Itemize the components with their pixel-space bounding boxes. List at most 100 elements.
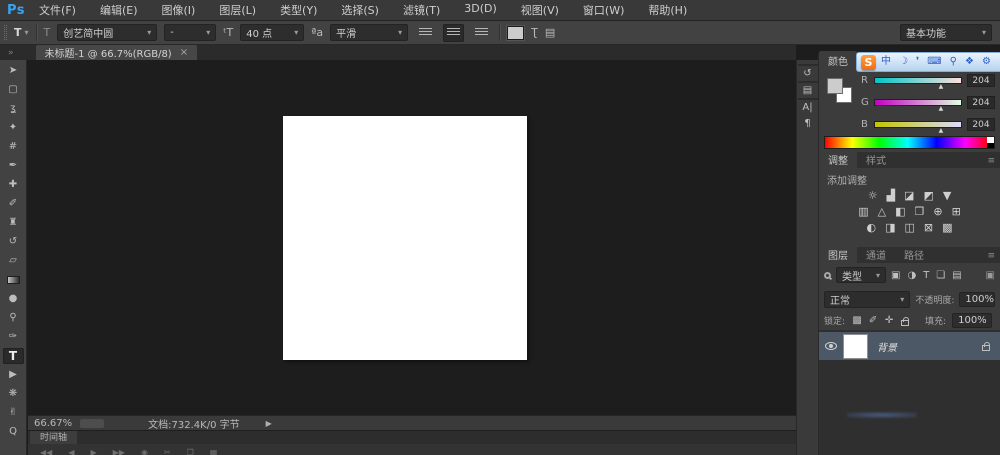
halfwidth-moon-icon[interactable]: ☽ [899,57,908,67]
menu-item[interactable]: 窗口(W) [583,2,624,18]
photo-filter-icon[interactable]: ❐ [914,206,924,217]
panel-menu-icon[interactable]: ≡ [987,156,1000,168]
font-style-select[interactable]: - ▾ [164,24,216,41]
document-canvas[interactable] [283,116,527,360]
voice-input-icon[interactable]: ⚲ [950,57,957,67]
threshold-icon[interactable]: ◫ [904,222,914,233]
text-orientation-icon[interactable]: T [44,26,51,39]
warp-text-icon[interactable]: Ʈ [531,26,538,39]
marquee-tool[interactable]: ▢ [3,82,24,98]
blur-tool[interactable]: ● [3,291,24,307]
selective-color-icon[interactable]: ▩ [942,222,952,233]
brightness-contrast-icon[interactable]: ☼ [868,190,878,201]
visibility-toggle[interactable] [819,342,843,350]
tab-paths[interactable]: 路径 [895,245,933,263]
blue-value-field[interactable]: 204 [967,118,995,131]
menu-item[interactable]: 文件(F) [39,2,76,18]
clone-stamp-tool[interactable]: ♜ [3,215,24,231]
color-spectrum-ramp[interactable] [824,136,995,149]
menu-item[interactable]: 视图(V) [521,2,559,18]
skin-icon[interactable]: ❖ [965,57,974,67]
tab-channels[interactable]: 通道 [857,245,895,263]
status-arrow-icon[interactable]: ▶ [266,419,272,428]
eyedropper-tool[interactable]: ✒ [3,158,24,174]
timeline-tab[interactable]: 时间轴 [30,430,77,444]
red-value-field[interactable]: 204 [967,74,995,87]
lock-all-icon[interactable] [899,316,911,326]
close-icon[interactable]: × [180,47,188,58]
character-panel-icon[interactable]: A| [802,103,812,113]
menu-item[interactable]: 图层(L) [219,2,256,18]
dodge-tool[interactable]: ⚲ [3,310,24,326]
gradient-map-icon[interactable]: ⊠ [924,222,933,233]
previous-frame-icon[interactable]: ◀ [68,448,74,455]
crop-tool[interactable]: # [3,139,24,155]
anti-alias-select[interactable]: 平滑 ▾ [330,24,408,41]
punctuation-icon[interactable]: ❜ [916,57,919,67]
align-right-button[interactable] [471,24,492,42]
path-selection-tool[interactable]: ▶ [3,367,24,383]
channel-mixer-icon[interactable]: ⊕ [933,206,942,217]
green-value-field[interactable]: 204 [967,96,995,109]
canvas-area[interactable] [28,60,796,415]
hand-tool[interactable]: ✌ [3,405,24,421]
soft-keyboard-icon[interactable]: ⌨ [927,57,941,67]
menu-item[interactable]: 3D(D) [464,2,497,18]
filter-shape-icon[interactable]: ❏ [936,270,945,281]
layer-row-background[interactable]: 背景 [819,332,1000,360]
font-size-select[interactable]: 40 点 ▾ [240,24,304,41]
layer-filter-type-select[interactable]: 类型 ▾ [836,267,886,283]
document-tab[interactable]: 未标题-1 @ 66.7%(RGB/8) × [36,45,198,60]
frame-menu-icon[interactable]: ▦ [210,448,218,455]
red-slider[interactable]: ▲ [874,77,962,84]
levels-icon[interactable]: ▟ [887,190,895,201]
pen-tool[interactable]: ✑ [3,329,24,345]
align-left-button[interactable] [415,24,436,42]
eraser-tool[interactable]: ▱ [3,253,24,269]
lock-paint-icon[interactable]: ✐ [867,316,879,326]
toggle-panels-icon[interactable]: ▤ [545,26,555,39]
exposure-icon[interactable]: ◩ [923,190,933,201]
tool-preset-picker[interactable]: T ▾ [14,26,29,39]
lock-position-icon[interactable]: ✛ [883,316,895,326]
blue-slider[interactable]: ▲ [874,121,962,128]
history-panel-icon[interactable]: ↺ [803,69,811,79]
properties-panel-icon[interactable]: ▤ [803,86,812,96]
healing-brush-tool[interactable]: ✚ [3,177,24,193]
blend-mode-select[interactable]: 正常 ▾ [824,291,910,308]
layer-thumbnail[interactable] [843,334,868,359]
menu-item[interactable]: 帮助(H) [648,2,687,18]
zoom-level-field[interactable]: 66.67% [34,418,72,429]
text-color-swatch[interactable] [507,26,524,40]
filter-smart-icon[interactable]: ▤ [952,270,961,281]
color-balance-icon[interactable]: △ [878,206,886,217]
slider-marker-icon[interactable]: ▲ [939,106,944,112]
tab-styles[interactable]: 样式 [857,150,895,168]
black-white-icon[interactable]: ◧ [895,206,905,217]
lock-transparency-icon[interactable]: ▩ [851,316,863,326]
zoom-tool[interactable]: Q [3,424,24,440]
tab-color[interactable]: 颜色 [819,51,857,69]
tab-layers[interactable]: 图层 [819,245,857,263]
go-first-frame-icon[interactable]: ◀◀ [40,448,52,455]
type-tool[interactable]: T [3,348,24,364]
chinese-mode-icon[interactable]: 中 [881,57,891,67]
audio-icon[interactable]: ◉ [141,448,148,455]
split-icon[interactable]: ✂ [164,448,171,455]
transition-icon[interactable]: ❐ [187,448,194,455]
foreground-color-swatch[interactable] [827,78,843,94]
slider-marker-icon[interactable]: ▲ [939,84,944,90]
paragraph-panel-icon[interactable]: ¶ [804,119,810,129]
lasso-tool[interactable]: ʓ [3,101,24,117]
green-slider[interactable]: ▲ [874,99,962,106]
menu-item[interactable]: 滤镜(T) [403,2,440,18]
panel-menu-icon[interactable]: ≡ [987,251,1000,263]
play-icon[interactable]: ▶ [90,448,96,455]
font-family-select[interactable]: 创艺简中圆 ▾ [57,24,157,41]
gradient-tool[interactable] [3,272,24,288]
history-brush-tool[interactable]: ↺ [3,234,24,250]
menu-item[interactable]: 选择(S) [341,2,379,18]
invert-icon[interactable]: ◐ [866,222,876,233]
sogou-logo-icon[interactable]: S [861,55,876,70]
filter-type-icon[interactable]: T [923,270,929,281]
